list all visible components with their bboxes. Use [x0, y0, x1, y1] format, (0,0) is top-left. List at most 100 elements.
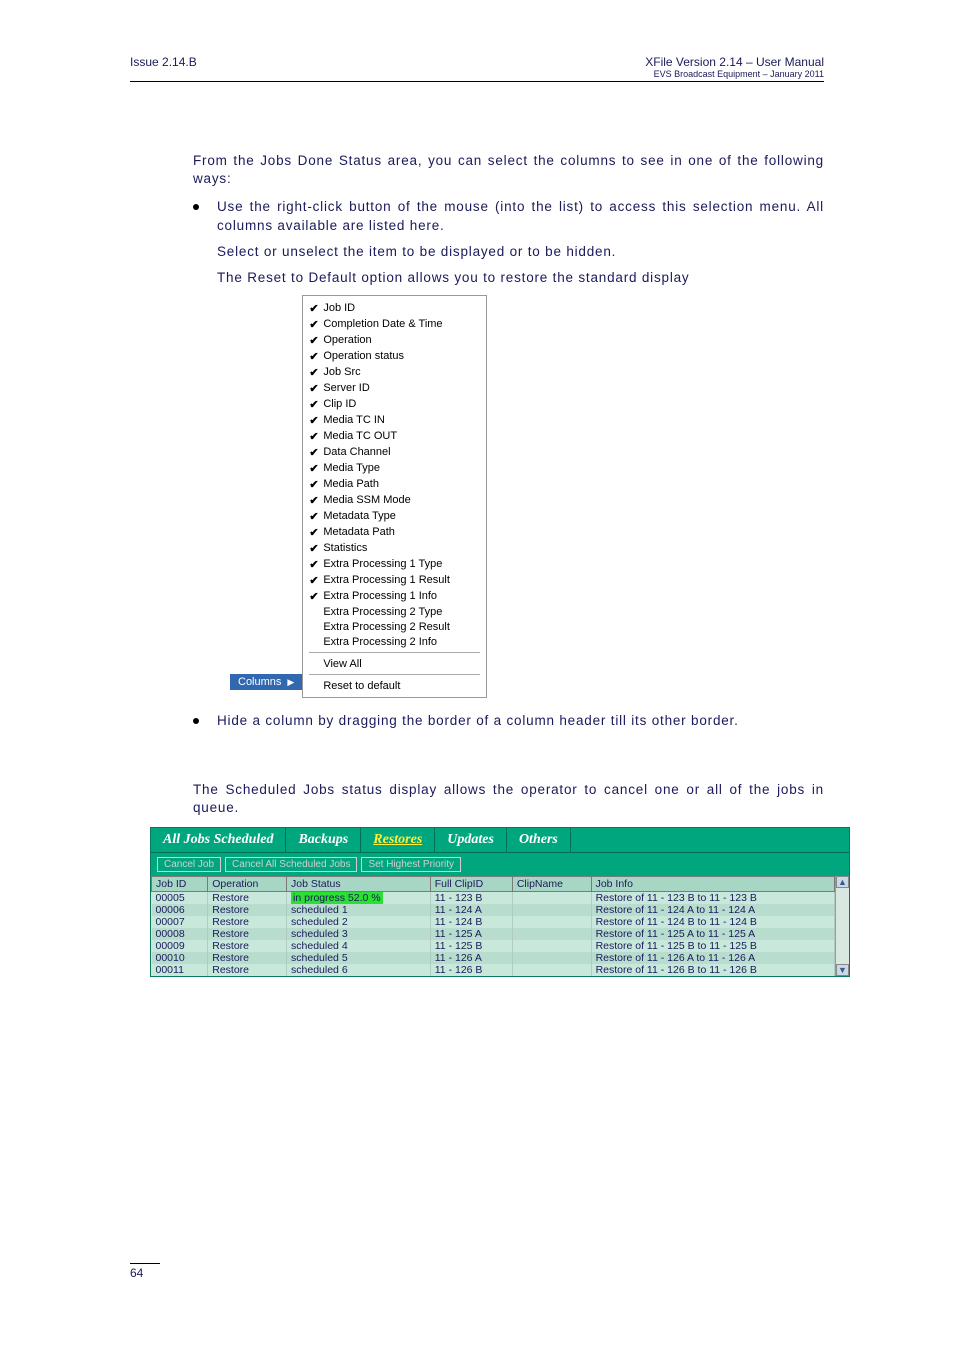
column-header[interactable]: Job Info — [591, 876, 834, 891]
table-cell: 00008 — [152, 928, 208, 940]
table-cell: 00006 — [152, 904, 208, 916]
progress-status: in progress 52.0 % — [291, 892, 383, 904]
reset-default-item[interactable]: Reset to default — [303, 678, 486, 693]
table-cell — [512, 964, 591, 976]
menu-item-label: Extra Processing 1 Info — [323, 590, 437, 602]
table-cell — [512, 904, 591, 916]
menu-item-label: Media Type — [323, 462, 380, 474]
column-toggle-item[interactable]: Extra Processing 2 Type — [303, 604, 486, 619]
column-toggle-item[interactable]: ✔Media Type — [303, 460, 486, 476]
table-row[interactable]: 00010Restorescheduled 511 - 126 ARestore… — [152, 952, 835, 964]
table-row[interactable]: 00006Restorescheduled 111 - 124 ARestore… — [152, 904, 835, 916]
column-header[interactable]: Job Status — [287, 876, 431, 891]
column-toggle-item[interactable]: ✔Statistics — [303, 540, 486, 556]
menu-item-label: Extra Processing 2 Info — [323, 636, 437, 648]
table-cell: 11 - 124 B — [430, 916, 512, 928]
column-toggle-item[interactable]: Extra Processing 2 Info — [303, 634, 486, 649]
tab-others[interactable]: Others — [507, 828, 571, 852]
column-toggle-item[interactable]: ✔Extra Processing 1 Result — [303, 572, 486, 588]
doc-subtitle: EVS Broadcast Equipment – January 2011 — [645, 69, 824, 79]
tab-backups[interactable]: Backups — [286, 828, 361, 852]
jobs-table: Job IDOperationJob StatusFull ClipIDClip… — [151, 876, 835, 976]
table-cell — [512, 916, 591, 928]
table-cell: Restore of 11 - 124 B to 11 - 124 B — [591, 916, 834, 928]
column-header[interactable]: Full ClipID — [430, 876, 512, 891]
checkmark-icon: ✔ — [309, 526, 323, 539]
menu-item-label: Clip ID — [323, 398, 356, 410]
column-toggle-item[interactable]: ✔Media TC OUT — [303, 428, 486, 444]
column-toggle-item[interactable]: Extra Processing 2 Result — [303, 619, 486, 634]
menu-item-label: Media TC OUT — [323, 430, 397, 442]
view-all-item[interactable]: View All — [303, 656, 486, 671]
column-toggle-item[interactable]: ✔Clip ID — [303, 396, 486, 412]
columns-menu-root[interactable]: Columns ▶ — [230, 674, 302, 690]
tab-restores[interactable]: Restores — [361, 828, 435, 852]
checkmark-icon: ✔ — [309, 542, 323, 555]
tabs-bar: All Jobs ScheduledBackupsRestoresUpdates… — [151, 828, 849, 852]
checkmark-icon: ✔ — [309, 302, 323, 315]
page-number: 64 — [130, 1263, 160, 1280]
table-cell — [512, 928, 591, 940]
menu-item-label: Extra Processing 2 Result — [323, 621, 450, 633]
issue-label: Issue 2.14.B — [130, 55, 197, 69]
checkmark-icon: ✔ — [309, 558, 323, 571]
table-cell: in progress 52.0 % — [287, 891, 431, 904]
column-toggle-item[interactable]: ✔Extra Processing 1 Type — [303, 556, 486, 572]
menu-item-label: Media SSM Mode — [323, 494, 410, 506]
table-cell: 11 - 126 A — [430, 952, 512, 964]
column-toggle-item[interactable]: ✔Media TC IN — [303, 412, 486, 428]
table-cell: scheduled 4 — [287, 940, 431, 952]
table-cell: Restore — [208, 952, 287, 964]
columns-submenu: ✔Job ID✔Completion Date & Time✔Operation… — [302, 295, 487, 698]
set-highest-priority-button[interactable]: Set Highest Priority — [361, 857, 461, 872]
column-toggle-item[interactable]: ✔Job ID — [303, 300, 486, 316]
column-header[interactable]: Operation — [208, 876, 287, 891]
cancel-job-button[interactable]: Cancel Job — [157, 857, 221, 872]
menu-item-label: Statistics — [323, 542, 367, 554]
column-toggle-item[interactable]: ✔Job Src — [303, 364, 486, 380]
checkmark-icon: ✔ — [309, 590, 323, 603]
bullet-icon — [193, 718, 199, 724]
table-cell: Restore — [208, 891, 287, 904]
column-header[interactable]: ClipName — [512, 876, 591, 891]
scroll-down-icon[interactable]: ▼ — [836, 964, 849, 976]
column-toggle-item[interactable]: ✔Operation — [303, 332, 486, 348]
column-toggle-item[interactable]: ✔Completion Date & Time — [303, 316, 486, 332]
select-line: Select or unselect the item to be displa… — [217, 243, 824, 261]
scrollbar[interactable]: ▲ ▼ — [835, 876, 849, 976]
table-cell: Restore of 11 - 125 A to 11 - 125 A — [591, 928, 834, 940]
column-toggle-item[interactable]: ✔Data Channel — [303, 444, 486, 460]
cancel-all-scheduled-jobs-button[interactable]: Cancel All Scheduled Jobs — [225, 857, 357, 872]
checkmark-icon: ✔ — [309, 462, 323, 475]
table-cell: 00005 — [152, 891, 208, 904]
menu-item-label: Extra Processing 1 Result — [323, 574, 450, 586]
table-row[interactable]: 00009Restorescheduled 411 - 125 BRestore… — [152, 940, 835, 952]
table-cell: 11 - 125 B — [430, 940, 512, 952]
column-toggle-item[interactable]: ✔Media SSM Mode — [303, 492, 486, 508]
column-toggle-item[interactable]: ✔Metadata Type — [303, 508, 486, 524]
menu-item-label: Job ID — [323, 302, 355, 314]
tab-all-jobs-scheduled[interactable]: All Jobs Scheduled — [151, 828, 286, 852]
column-header[interactable]: Job ID — [152, 876, 208, 891]
table-cell: Restore of 11 - 126 B to 11 - 126 B — [591, 964, 834, 976]
column-toggle-item[interactable]: ✔Extra Processing 1 Info — [303, 588, 486, 604]
table-row[interactable]: 00011Restorescheduled 611 - 126 BRestore… — [152, 964, 835, 976]
tab-updates[interactable]: Updates — [435, 828, 507, 852]
column-toggle-item[interactable]: ✔Media Path — [303, 476, 486, 492]
table-row[interactable]: 00007Restorescheduled 211 - 124 BRestore… — [152, 916, 835, 928]
column-toggle-item[interactable]: ✔Operation status — [303, 348, 486, 364]
column-toggle-item[interactable]: ✔Server ID — [303, 380, 486, 396]
bullet2-text: Hide a column by dragging the border of … — [217, 712, 824, 730]
checkmark-icon: ✔ — [309, 350, 323, 363]
menu-item-label: Media TC IN — [323, 414, 385, 426]
scroll-up-icon[interactable]: ▲ — [836, 876, 849, 888]
table-cell: Restore — [208, 928, 287, 940]
table-row[interactable]: 00008Restorescheduled 311 - 125 ARestore… — [152, 928, 835, 940]
column-toggle-item[interactable]: ✔Metadata Path — [303, 524, 486, 540]
checkmark-icon: ✔ — [309, 446, 323, 459]
menu-item-label: Extra Processing 1 Type — [323, 558, 442, 570]
table-cell: scheduled 6 — [287, 964, 431, 976]
menu-item-label: Server ID — [323, 382, 369, 394]
table-row[interactable]: 00005Restorein progress 52.0 %11 - 123 B… — [152, 891, 835, 904]
table-cell: Restore of 11 - 123 B to 11 - 123 B — [591, 891, 834, 904]
